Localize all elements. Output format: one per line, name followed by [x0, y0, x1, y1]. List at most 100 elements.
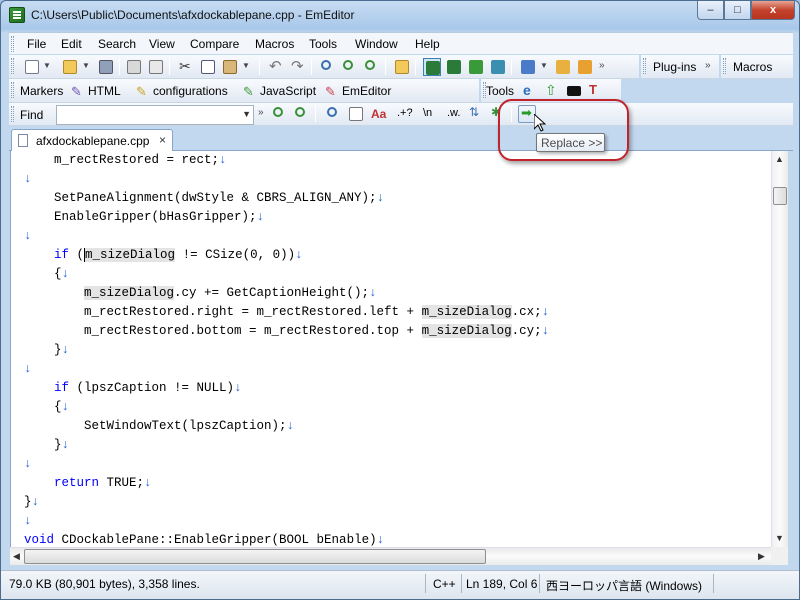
marker-emeditor[interactable]: EmEditor [342, 84, 391, 98]
customize-button[interactable] [576, 58, 594, 76]
redo-button[interactable]: ↷ [289, 58, 307, 76]
plugins-label[interactable]: Plug-ins [653, 60, 696, 74]
eol-mark: ↓ [61, 438, 70, 452]
menu-bar-grip[interactable] [11, 36, 14, 52]
menu-view[interactable]: View [149, 37, 175, 51]
standard-toolbar-chevron[interactable]: » [599, 60, 605, 71]
menu-edit[interactable]: Edit [61, 37, 82, 51]
status-cursor-position[interactable]: Ln 189, Col 6 [466, 577, 537, 591]
swap-arrows-icon: ⇅ [469, 105, 480, 119]
export-icon [491, 60, 505, 74]
status-encoding[interactable]: 西ヨーロッパ言語 (Windows) [546, 577, 702, 594]
cut-button[interactable]: ✂ [177, 58, 195, 76]
find-input[interactable] [57, 106, 237, 124]
print-preview-icon [149, 60, 163, 74]
find-in-files-button[interactable] [393, 58, 411, 76]
tab-close-icon[interactable]: × [159, 133, 166, 147]
menu-tools[interactable]: Tools [309, 37, 337, 51]
paste-button[interactable] [221, 58, 239, 76]
scroll-up-arrow-icon[interactable]: ▲ [775, 154, 784, 164]
toolbar-grip[interactable] [11, 106, 14, 122]
find-next-button[interactable] [341, 58, 359, 76]
escape-sequence-button[interactable]: \n [423, 107, 432, 119]
config-dropdown-icon[interactable]: ▼ [540, 61, 548, 70]
eol-mark: ↓ [295, 248, 303, 262]
tool-extra-button[interactable]: T [587, 82, 605, 100]
code-line-text: if (m_sizeDialog != CSize(0, 0)) [54, 248, 296, 262]
menu-search[interactable]: Search [98, 37, 136, 51]
scroll-right-arrow-icon[interactable]: ▶ [758, 551, 765, 562]
marker-configurations[interactable]: configurations [153, 84, 228, 98]
refresh-button[interactable] [467, 58, 485, 76]
copy-button[interactable] [199, 58, 217, 76]
caption-buttons: – □ x [697, 1, 795, 20]
print-button[interactable] [125, 58, 143, 76]
code-editor[interactable]: m_rectRestored = rect;↓ ↓ SetPaneAlignme… [10, 151, 771, 547]
minimize-button[interactable]: – [697, 1, 724, 20]
toolbar-grip[interactable] [11, 82, 14, 98]
toolbar-separator [259, 59, 260, 75]
menu-macros[interactable]: Macros [255, 37, 294, 51]
toolbar-grip[interactable] [723, 58, 726, 74]
vertical-scrollbar[interactable]: ▲ ▼ [771, 151, 788, 547]
new-dropdown-icon[interactable]: ▼ [43, 61, 51, 70]
vertical-scroll-thumb[interactable] [773, 187, 787, 205]
open-dropdown-icon[interactable]: ▼ [82, 61, 90, 70]
undo-button[interactable]: ↶ [267, 58, 285, 76]
incremental-search-button[interactable]: ⇅ [467, 105, 485, 123]
menu-help[interactable]: Help [415, 37, 440, 51]
menu-compare[interactable]: Compare [190, 37, 239, 51]
maximize-button[interactable]: □ [724, 1, 751, 20]
code-line: ↓ [24, 360, 32, 379]
scroll-left-arrow-icon[interactable]: ◀ [13, 551, 20, 562]
whole-word-button[interactable]: .w. [447, 107, 460, 119]
tab-afxdockablepane[interactable]: afxdockablepane.cpp × [11, 129, 173, 151]
magnifier-icon [327, 107, 337, 117]
find-previous-button[interactable] [293, 105, 311, 123]
tool-upload-button[interactable]: ⇧ [543, 82, 561, 100]
scroll-down-arrow-icon[interactable]: ▼ [775, 533, 784, 543]
export-button[interactable] [489, 58, 507, 76]
find-toolbar-chevron[interactable]: » [258, 107, 264, 118]
code-line: ↓ [24, 455, 32, 474]
horizontal-scroll-thumb[interactable] [24, 549, 486, 564]
close-button[interactable]: x [751, 1, 795, 20]
toolbar-grip[interactable] [11, 58, 14, 74]
print-preview-button[interactable] [147, 58, 165, 76]
printer-icon [127, 60, 141, 74]
find-button[interactable] [319, 58, 337, 76]
find-previous-button[interactable] [363, 58, 381, 76]
find-dropdown-icon[interactable]: ▼ [242, 109, 251, 119]
new-file-icon [25, 60, 39, 74]
menu-file[interactable]: File [27, 37, 46, 51]
properties-button[interactable] [554, 58, 572, 76]
preview-button[interactable] [445, 58, 463, 76]
title-bar[interactable]: C:\Users\Public\Documents\afxdockablepan… [1, 1, 799, 31]
regex-button[interactable]: .+? [397, 107, 413, 119]
tool-internet-explorer-button[interactable]: e [521, 82, 539, 100]
new-button[interactable] [23, 58, 41, 76]
find-dialog-button[interactable] [325, 105, 343, 123]
highlight-search-button[interactable] [347, 105, 365, 123]
emeditor-app-icon[interactable] [9, 7, 25, 23]
toolbar-grip[interactable] [643, 58, 646, 74]
horizontal-scrollbar[interactable]: ◀ ▶ [10, 547, 771, 565]
macros-label[interactable]: Macros [733, 60, 772, 74]
marker-html[interactable]: HTML [88, 84, 121, 98]
find-combobox[interactable]: ▼ [56, 105, 254, 125]
open-button[interactable] [61, 58, 79, 76]
save-button[interactable] [97, 58, 115, 76]
find-next-button[interactable] [271, 105, 289, 123]
code-line: EnableGripper(bHasGripper);↓ [24, 208, 264, 227]
code-line-text: } [24, 343, 62, 357]
wrap-button[interactable] [423, 58, 441, 76]
status-language[interactable]: C++ [433, 577, 456, 591]
match-case-button[interactable]: Aa [371, 107, 386, 121]
plugins-chevron[interactable]: » [705, 60, 711, 71]
marker-javascript[interactable]: JavaScript [260, 84, 316, 98]
menu-window[interactable]: Window [355, 37, 398, 51]
code-line: {↓ [24, 265, 69, 284]
paste-dropdown-icon[interactable]: ▼ [242, 61, 250, 70]
tool-command-prompt-button[interactable] [565, 82, 583, 100]
config-button[interactable] [519, 58, 537, 76]
